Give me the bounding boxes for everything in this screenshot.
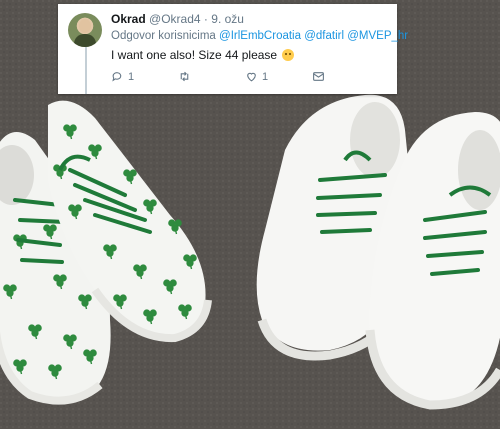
grinning-sweat-emoji-icon	[282, 49, 295, 61]
like-count: 1	[262, 70, 269, 83]
retweet-icon	[180, 71, 189, 82]
avatar-head	[79, 19, 91, 33]
tweet-card[interactable]: Okrad @Okrad4 · 9. ožu Odgovor korisnici…	[58, 4, 408, 94]
thread-connector-line	[85, 46, 87, 94]
tweet-header: Okrad @Okrad4 · 9. ožu	[111, 12, 244, 26]
mention-irlembcroatia[interactable]: @IrlEmbCroatia	[219, 30, 301, 42]
reply-count: 1	[128, 70, 135, 83]
like-button[interactable]: 1	[245, 70, 268, 83]
reply-icon	[112, 72, 122, 82]
heart-icon	[247, 72, 256, 82]
direct-message-button[interactable]	[312, 70, 325, 83]
tweet-date[interactable]: 9. ožu	[211, 12, 244, 26]
envelope-icon	[313, 72, 324, 81]
author-name[interactable]: Okrad	[111, 12, 146, 26]
tweet-body: I want one also! Size 44 please	[111, 48, 278, 62]
tweet-actions: 1 1	[111, 70, 381, 88]
retweet-button[interactable]	[178, 70, 195, 83]
mention-mvep-hr[interactable]: @MVEP_hr	[347, 30, 408, 42]
separator-dot: ·	[203, 12, 208, 26]
tweet-text: I want one also! Size 44 please	[111, 48, 295, 62]
reply-context: Odgovor korisnicima @IrlEmbCroatia @dfat…	[111, 30, 408, 42]
avatar[interactable]	[68, 13, 102, 47]
mention-dfatirl[interactable]: @dfatirl	[304, 30, 344, 42]
author-handle[interactable]: @Okrad4	[149, 12, 201, 26]
reply-prefix: Odgovor korisnicima	[111, 30, 216, 42]
reply-button[interactable]: 1	[111, 70, 134, 83]
avatar-body	[74, 34, 96, 47]
